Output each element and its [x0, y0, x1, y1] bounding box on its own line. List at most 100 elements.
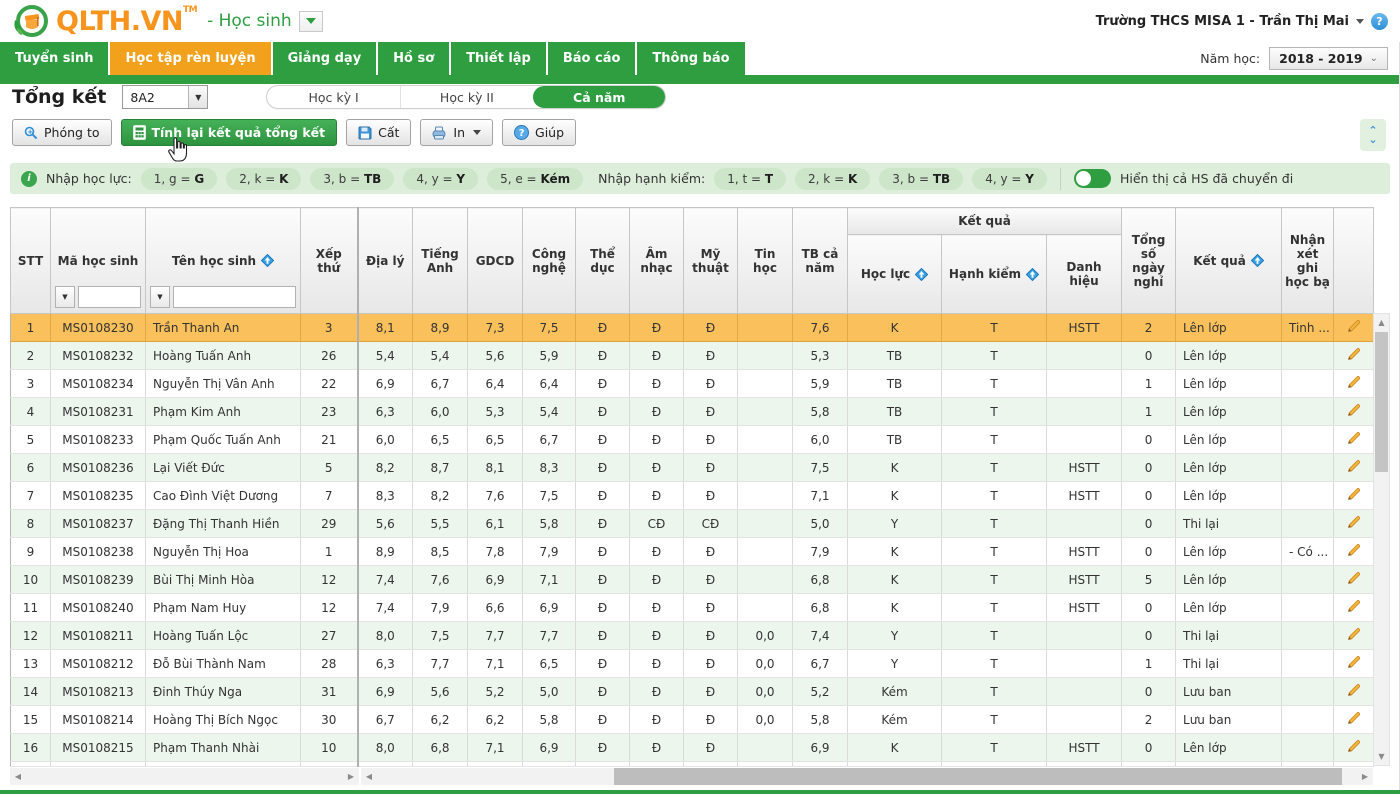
col-header-tb-ca-nam[interactable]: TB cả năm [792, 207, 848, 314]
cell-edit[interactable] [1333, 705, 1375, 734]
edit-pencil-icon[interactable] [1346, 458, 1362, 474]
vertical-scroll-thumb[interactable] [1375, 332, 1388, 472]
class-select[interactable]: 8A2 ▼ [122, 85, 209, 109]
cell-edit[interactable] [1333, 397, 1375, 426]
nav-tab[interactable]: Báo cáo [547, 42, 636, 75]
scroll-down-arrow[interactable]: ▼ [1374, 749, 1389, 764]
table-row[interactable]: 6 MS0108236 Lại Viết Đức 5 8,2 8,7 8,1 8,3 Đ Đ Đ 7,… [10, 453, 1375, 482]
table-row[interactable]: 4 MS0108231 Phạm Kim Anh 23 6,3 6,0 5,3 5,4 Đ Đ Đ 5… [10, 397, 1375, 426]
filter-dropdown-button[interactable]: ▼ [55, 286, 75, 308]
edit-pencil-icon[interactable] [1346, 486, 1362, 502]
segment-option[interactable]: Học kỳ I [267, 86, 401, 108]
print-button[interactable]: In [420, 119, 494, 146]
cell-edit[interactable] [1333, 677, 1375, 706]
cell-edit[interactable] [1333, 425, 1375, 454]
col-header-nhan-xet[interactable]: Nhận xét ghi học bạ [1281, 207, 1335, 314]
cell-edit[interactable] [1333, 369, 1375, 398]
cell-edit[interactable] [1333, 341, 1375, 370]
cell-edit[interactable] [1333, 481, 1375, 510]
scroll-right-arrow[interactable]: ▶ [343, 768, 359, 785]
col-header-ket-qua[interactable]: Kết quả [1175, 207, 1283, 314]
scroll-up-arrow[interactable]: ▲ [1374, 315, 1389, 330]
edit-pencil-icon[interactable] [1346, 346, 1362, 362]
cell-edit[interactable] [1333, 733, 1375, 762]
col-header-ten-hoc-sinh[interactable]: Tên học sinh ▼ [145, 207, 301, 314]
help-icon[interactable]: ? [1371, 12, 1388, 30]
table-row[interactable]: 9 MS0108238 Nguyễn Thị Hoa 1 8,9 8,5 7,8 7,9 Đ Đ Đ… [10, 537, 1375, 566]
col-header-edit[interactable] [1333, 207, 1375, 314]
table-row[interactable]: 14 MS0108213 Đinh Thúy Nga 31 6,9 5,6 5,2 5,0 Đ Đ… [10, 677, 1375, 706]
filter-input[interactable] [173, 286, 296, 308]
table-row[interactable]: 13 MS0108212 Đỗ Bùi Thành Nam 28 6,3 7,7 7,1 6,… [10, 649, 1375, 678]
scroll-left-arrow[interactable]: ◀ [10, 768, 26, 785]
edit-pencil-icon[interactable] [1346, 570, 1362, 586]
table-row[interactable]: 3 MS0108234 Nguyễn Thị Vân Anh 22 6,9 6,7 6,4 6… [10, 369, 1375, 398]
col-header-cong-nghe[interactable]: Công nghệ [522, 207, 576, 314]
cell-edit[interactable] [1333, 453, 1375, 482]
cell-edit[interactable] [1333, 313, 1375, 342]
table-row[interactable]: 1 MS0108230 Trần Thanh An 3 8,1 8,9 7,3 7,5 Đ Đ Đ 7… [10, 313, 1375, 342]
table-row[interactable]: 12 MS0108211 Hoàng Tuấn Lộc 27 8,0 7,5 7,7 7,7 Đ… [10, 621, 1375, 650]
nav-tab[interactable]: Tuyển sinh [0, 42, 109, 75]
edit-pencil-icon[interactable] [1346, 738, 1362, 754]
col-header-dia-ly[interactable]: Địa lý [357, 207, 413, 314]
col-header-tin-hoc[interactable]: Tin học [737, 207, 793, 314]
edit-pencil-icon[interactable] [1346, 710, 1362, 726]
table-row[interactable]: 16 MS0108215 Phạm Thanh Nhài 10 8,0 6,8 7,1 6,9… [10, 733, 1375, 762]
filter-dropdown-button[interactable]: ▼ [150, 286, 170, 308]
help-button[interactable]: ? Giúp [502, 119, 577, 146]
col-header-hanh-kiem[interactable]: Hạnh kiểm [941, 234, 1047, 314]
table-row[interactable]: 15 MS0108214 Hoàng Thị Bích Ngọc 30 6,7 6,2 6,… [10, 705, 1375, 734]
cell-edit[interactable] [1333, 593, 1375, 622]
show-transferred-toggle[interactable] [1073, 169, 1111, 188]
edit-pencil-icon[interactable] [1346, 598, 1362, 614]
col-header-tieng-anh[interactable]: Tiếng Anh [412, 207, 468, 314]
segment-option[interactable]: Học kỳ II [401, 86, 533, 108]
frozen-pane-hscrollbar[interactable]: ◀ ▶ [10, 768, 359, 785]
school-user-label[interactable]: Trường THCS MISA 1 - Trần Thị Mai [1096, 14, 1349, 29]
col-header-danh-hieu[interactable]: Danh hiệu [1045, 234, 1123, 314]
col-header-am-nhac[interactable]: Âm nhạc [629, 207, 684, 314]
table-row[interactable]: 11 MS0108240 Phạm Nam Huy 12 7,4 7,9 6,6 6,9 Đ Đ Đ… [10, 593, 1375, 622]
edit-pencil-icon[interactable] [1346, 514, 1362, 530]
zoom-button[interactable]: + Phóng to [12, 119, 112, 146]
scroll-right-arrow[interactable]: ▶ [1357, 768, 1373, 785]
edit-pencil-icon[interactable] [1346, 654, 1362, 670]
cell-edit[interactable] [1333, 649, 1375, 678]
segment-option[interactable]: Cả năm [533, 86, 666, 108]
col-header-the-duc[interactable]: Thể dục [575, 207, 630, 314]
edit-pencil-icon[interactable] [1346, 430, 1362, 446]
cell-edit[interactable] [1333, 509, 1375, 538]
nav-tab[interactable]: Thông báo [637, 42, 745, 75]
edit-pencil-icon[interactable] [1346, 374, 1362, 390]
col-header-ma-hoc-sinh[interactable]: Mã học sinh ▼ [50, 207, 146, 314]
table-row[interactable]: 10 MS0108239 Bùi Thị Minh Hòa 12 7,4 7,6 6,9 7,… [10, 565, 1375, 594]
col-header-gdcd[interactable]: GDCD [467, 207, 523, 314]
col-header-hoc-luc[interactable]: Học lực [847, 234, 942, 314]
recalculate-button[interactable]: Tính lại kết quả tổng kết [120, 119, 338, 146]
save-button[interactable]: Cất [346, 119, 412, 146]
nav-tab[interactable]: Thiết lập [451, 42, 546, 75]
table-row[interactable]: 7 MS0108235 Cao Đình Việt Dương 7 8,3 8,2 7,6 7… [10, 481, 1375, 510]
cell-edit[interactable] [1333, 565, 1375, 594]
collapse-expand-button[interactable]: ⌃ ⌄ [1360, 119, 1386, 151]
col-header-my-thuat[interactable]: Mỹ thuật [683, 207, 738, 314]
table-row[interactable]: 8 MS0108237 Đặng Thị Thanh Hiền 29 5,6 5,5 6,1… [10, 509, 1375, 538]
table-row[interactable]: 2 MS0108232 Hoàng Tuấn Anh 26 5,4 5,4 5,6 5,9 Đ Đ… [10, 341, 1375, 370]
col-header-stt[interactable]: STT [10, 207, 51, 314]
vertical-scrollbar[interactable]: ▲ ▼ [1373, 313, 1390, 766]
edit-pencil-icon[interactable] [1346, 542, 1362, 558]
edit-pencil-icon[interactable] [1346, 682, 1362, 698]
cell-edit[interactable] [1333, 621, 1375, 650]
nav-tab[interactable]: Học tập rèn luyện [110, 42, 271, 75]
edit-pencil-icon[interactable] [1346, 318, 1362, 334]
edit-pencil-icon[interactable] [1346, 626, 1362, 642]
nav-tab[interactable]: Hồ sơ [378, 42, 450, 75]
module-dropdown-button[interactable] [298, 10, 323, 32]
table-row[interactable]: 5 MS0108233 Phạm Quốc Tuấn Anh 21 6,0 6,5 6,5 6… [10, 425, 1375, 454]
main-hscrollbar[interactable]: ◀ ▶ [361, 768, 1373, 785]
cell-edit[interactable] [1333, 537, 1375, 566]
scroll-left-arrow[interactable]: ◀ [361, 768, 377, 785]
table-row-partial[interactable] [10, 761, 1375, 767]
nav-tab[interactable]: Giảng dạy [272, 42, 377, 75]
